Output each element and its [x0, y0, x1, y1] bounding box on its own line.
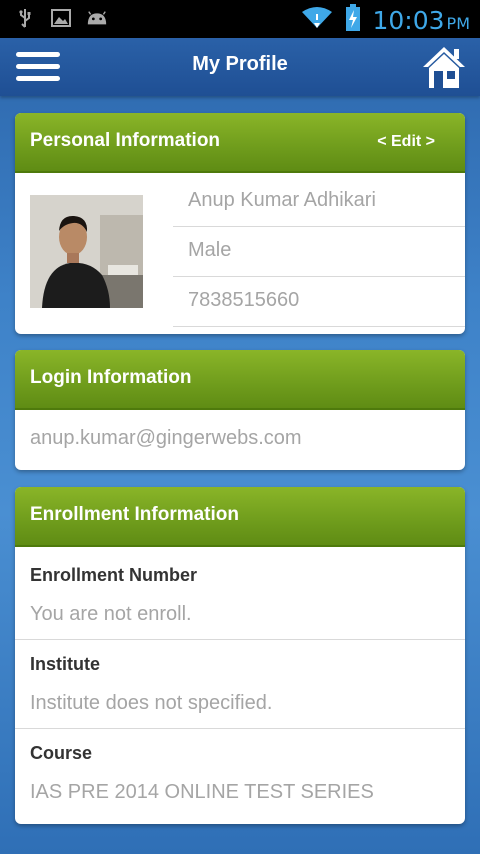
enrollment-number-value: You are not enroll.	[30, 603, 192, 625]
institute-label: Institute	[30, 654, 100, 674]
gender-field: Male	[173, 227, 465, 277]
phone-value: 7838515660	[188, 289, 300, 311]
edit-button[interactable]: < Edit >	[377, 133, 435, 151]
battery-charging-icon	[345, 4, 361, 36]
enrollment-number-row: Enrollment Number You are not enroll.	[15, 547, 465, 640]
status-bar: 10:03 PM	[0, 0, 480, 38]
wifi-icon	[301, 6, 333, 34]
clock: 10:03 PM	[372, 5, 471, 35]
email-value: anup.kumar@gingerwebs.com	[30, 427, 302, 449]
enrollment-information-title: Enrollment Information	[30, 504, 239, 525]
name-field: Anup Kumar Adhikari	[173, 177, 465, 227]
login-information-title: Login Information	[30, 367, 192, 388]
institute-row: Institute Institute does not specified.	[15, 640, 465, 729]
usb-icon	[14, 8, 36, 28]
android-icon	[86, 8, 108, 28]
enrollment-number-label: Enrollment Number	[30, 565, 198, 585]
app-bar: My Profile	[0, 38, 480, 96]
name-value: Anup Kumar Adhikari	[188, 189, 376, 211]
enrollment-information-header: Enrollment Information	[15, 487, 465, 547]
login-information-card: Login Information anup.kumar@gingerwebs.…	[15, 350, 465, 470]
institute-value: Institute does not specified.	[30, 692, 273, 714]
personal-information-card: Personal Information < Edit > Anup Kumar…	[15, 113, 465, 334]
course-row: Course IAS PRE 2014 ONLINE TEST SERIES	[15, 729, 465, 824]
profile-photo	[30, 195, 143, 308]
personal-information-header: Personal Information < Edit >	[15, 113, 465, 173]
home-icon[interactable]	[420, 44, 468, 90]
login-information-header: Login Information	[15, 350, 465, 410]
gender-value: Male	[188, 239, 232, 261]
enrollment-information-card: Enrollment Information Enrollment Number…	[15, 487, 465, 824]
image-icon	[50, 8, 72, 28]
page-title: My Profile	[192, 53, 288, 75]
personal-information-title: Personal Information	[30, 130, 221, 151]
course-value: IAS PRE 2014 ONLINE TEST SERIES	[30, 781, 374, 803]
course-label: Course	[30, 743, 93, 763]
phone-field: 7838515660	[173, 277, 465, 327]
